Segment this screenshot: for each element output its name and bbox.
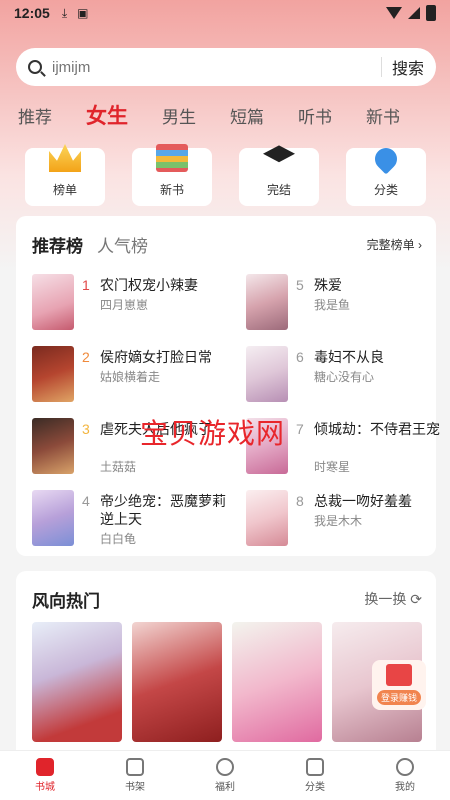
full-list-link[interactable]: 完整榜单 › [367,236,422,253]
quick-link-new-books[interactable]: 新书 [132,144,212,206]
status-time: 12:05 [14,5,50,21]
quick-link-label: 分类 [373,183,398,197]
quick-link-label: 完结 [266,183,291,197]
nav-profile[interactable]: 我的 [360,751,450,800]
quick-link-label: 新书 [159,183,184,197]
nav-bookstore[interactable]: 书城 [0,751,90,800]
book-author: 糖心没有心 [314,370,375,384]
nav-welfare[interactable]: 福利 [180,751,270,800]
bottom-nav: 书城 书架 福利 分类 我的 [0,750,450,800]
book-title: 殊爱 [314,277,342,293]
tab-female[interactable]: 女生 [86,100,128,130]
category-tabs: 推荐 女生 男生 短篇 听书 新书 [18,100,400,130]
book-author: 时寒星 [314,460,351,474]
notification-icon: ▣ [77,6,89,20]
list-item[interactable]: 6 毒妇不从良 糖心没有心 [246,346,446,402]
book-author: 我是鱼 [314,298,351,312]
book-title: 农门权宠小辣妻 [100,277,198,293]
book-cover[interactable] [232,622,322,742]
section-title: 风向热门 [32,592,100,611]
list-item[interactable]: 1 农门权宠小辣妻 四月崽崽 [32,274,232,330]
rank-number: 3 [82,421,90,437]
book-cover[interactable] [132,622,222,742]
books-icon [156,144,188,172]
profile-icon [396,758,414,776]
tab-recommend[interactable]: 推荐 [18,103,52,128]
rank-number: 8 [296,493,304,509]
book-cover [246,274,288,330]
tab-short[interactable]: 短篇 [230,103,264,128]
tab-recommend-rank[interactable]: 推荐榜 [32,232,83,257]
red-envelope-icon [386,664,412,686]
quick-link-label: 榜单 [52,183,77,197]
rocket-icon [370,143,402,175]
tab-audio[interactable]: 听书 [298,103,332,128]
book-author: 我是木木 [314,514,363,528]
rank-number: 7 [296,421,304,437]
book-author: 白白龟 [100,532,137,546]
list-item[interactable]: 4 帝少绝宠：恶魔萝莉逆上天 白白龟 [32,490,232,546]
quick-link-ranking[interactable]: 榜单 [25,144,105,206]
nav-label: 福利 [215,782,235,793]
bookshelf-icon [126,758,144,776]
book-cover [32,346,74,402]
ranking-card: 推荐榜 人气榜 完整榜单 › 1 农门权宠小辣妻 四月崽崽 2 侯府嫡女打脸日常… [16,216,440,556]
book-author: 土菇菇 [100,460,137,474]
watermark: 宝贝游戏网 [140,417,286,450]
battery-icon [426,5,436,21]
crown-icon [49,144,81,172]
book-cover [32,490,74,546]
nav-label: 分类 [305,782,325,793]
nav-label: 书城 [35,782,55,793]
refresh-button[interactable]: 换一换 ⟳ [364,589,422,609]
rank-number: 2 [82,349,90,365]
download-icon: ⤓ [61,5,68,20]
quick-link-categories[interactable]: 分类 [346,143,426,206]
search-divider [380,57,382,77]
book-author: 姑娘横着走 [100,370,161,384]
search-icon [28,60,42,74]
book-cover [32,418,74,474]
tab-male[interactable]: 男生 [162,103,196,128]
book-author: 四月崽崽 [100,298,149,312]
search-button[interactable]: 搜索 [392,55,424,79]
nav-label: 我的 [395,782,415,793]
book-cover[interactable] [32,622,122,742]
nav-bookshelf[interactable]: 书架 [90,751,180,800]
rank-number: 4 [82,493,90,509]
list-item[interactable]: 2 侯府嫡女打脸日常 姑娘横着走 [32,346,232,402]
status-bar: 12:05 ⤓ ▣ [0,0,450,26]
book-title: 总裁一吻好羞羞 [314,493,412,509]
book-title: 帝少绝宠：恶魔萝莉逆上天 [100,493,226,527]
tab-new[interactable]: 新书 [366,103,400,128]
book-title: 倾城劫：不侍君王宠 [314,421,440,437]
rank-number: 5 [296,277,304,293]
quick-link-completed[interactable]: 完结 [239,145,319,206]
graduation-cap-icon [263,145,295,163]
search-bar[interactable]: 搜索 [16,48,436,86]
book-cover [246,346,288,402]
welfare-icon [216,758,234,776]
list-item[interactable]: 8 总裁一吻好羞羞 我是木木 [246,490,446,546]
search-input[interactable] [52,58,371,76]
list-item[interactable]: 5 殊爱 我是鱼 [246,274,446,330]
bookstore-icon [36,758,54,776]
book-cover [246,490,288,546]
tab-popularity-rank[interactable]: 人气榜 [97,232,148,257]
login-reward-badge[interactable]: 登录赚钱 [372,660,426,710]
nav-categories[interactable]: 分类 [270,751,360,800]
grid-icon [306,758,324,776]
book-title: 侯府嫡女打脸日常 [100,349,212,365]
book-title: 毒妇不从良 [314,349,384,365]
rank-number: 6 [296,349,304,365]
wifi-icon [386,7,402,19]
signal-icon [408,7,420,19]
rank-number: 1 [82,277,90,293]
login-reward-label: 登录赚钱 [376,690,421,705]
book-cover [32,274,74,330]
nav-label: 书架 [125,782,145,793]
quick-links: 榜单 新书 完结 分类 [25,143,426,206]
